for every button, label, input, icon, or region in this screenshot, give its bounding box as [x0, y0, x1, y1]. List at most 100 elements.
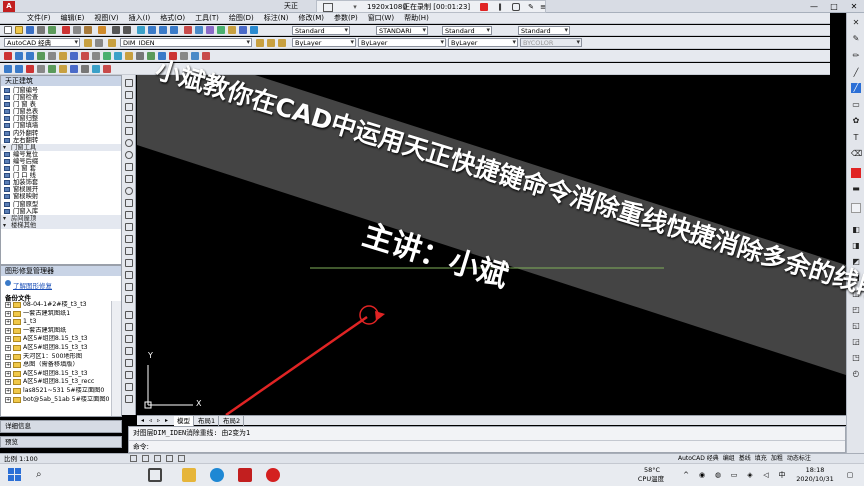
- color-select[interactable]: ByLayer: [292, 38, 356, 47]
- menu-edit[interactable]: 编辑(E): [56, 13, 90, 24]
- expand-icon[interactable]: +: [5, 336, 11, 343]
- tray-app-icon[interactable]: ◉: [698, 471, 706, 479]
- osnap-icon[interactable]: [178, 455, 185, 462]
- text-style-select[interactable]: Standard: [292, 26, 350, 35]
- tz-library-icon[interactable]: [147, 52, 155, 60]
- backup-file-item[interactable]: + A区5#组团8.15_t3_t3: [1, 335, 111, 344]
- print-icon[interactable]: [37, 26, 45, 34]
- cut-icon[interactable]: [62, 26, 70, 34]
- menu-file[interactable]: 文件(F): [22, 13, 56, 24]
- backup-file-item[interactable]: + 一套古建筑图纸: [1, 327, 111, 336]
- edge-browser-icon[interactable]: [210, 468, 224, 482]
- recorder-taskbar-icon[interactable]: [266, 468, 280, 482]
- tab-first-icon[interactable]: ◂: [139, 417, 146, 424]
- tz-door-icon[interactable]: [26, 52, 34, 60]
- eraser-icon[interactable]: ⌫: [851, 149, 862, 159]
- backup-file-item[interactable]: +1_t3: [1, 318, 111, 327]
- tianzheng-menu-item[interactable]: 左右翻转: [1, 137, 121, 144]
- rotate-icon[interactable]: [125, 371, 133, 379]
- save-icon[interactable]: [26, 26, 34, 34]
- gradient-icon[interactable]: [125, 259, 133, 267]
- tz-layer-icon[interactable]: [136, 52, 144, 60]
- expand-icon[interactable]: +: [5, 302, 11, 308]
- color-red-swatch[interactable]: [851, 168, 861, 178]
- backup-file-item[interactable]: + A区5#组团8.15_t3_t3: [1, 344, 111, 353]
- workspace-settings-icon[interactable]: [84, 39, 92, 47]
- make-current-layer-icon[interactable]: [256, 39, 264, 47]
- text-tool-icon[interactable]: T: [851, 133, 861, 143]
- undo-icon[interactable]: [112, 26, 120, 34]
- expand-icon[interactable]: +: [5, 319, 11, 326]
- line-tool-icon[interactable]: ╱: [851, 83, 861, 93]
- tianzheng-menu-item[interactable]: 门窗入库: [1, 208, 121, 215]
- menu-view[interactable]: 视图(V): [89, 13, 123, 24]
- match-properties-icon[interactable]: [98, 26, 106, 34]
- tz-explode-icon[interactable]: [103, 65, 111, 73]
- spline-icon[interactable]: [125, 175, 133, 183]
- zoom-previous-icon[interactable]: [170, 26, 178, 34]
- line-icon[interactable]: [125, 79, 133, 87]
- maximize-button[interactable]: □: [824, 0, 844, 13]
- region-icon[interactable]: [125, 271, 133, 279]
- menu-draw[interactable]: 绘图(D): [224, 13, 259, 24]
- layer-manager-icon[interactable]: [108, 39, 116, 47]
- polygon-icon[interactable]: [125, 115, 133, 123]
- redo-icon[interactable]: [123, 26, 131, 34]
- tz-break-icon[interactable]: [59, 65, 67, 73]
- lineweight-select[interactable]: ByLayer: [448, 38, 518, 47]
- autocad-app-icon[interactable]: A: [3, 1, 15, 12]
- expand-icon[interactable]: +: [5, 327, 11, 334]
- expand-icon[interactable]: +: [5, 370, 11, 377]
- network-icon[interactable]: ◈: [746, 471, 754, 479]
- backup-file-item[interactable]: + 天河区1：500地形图: [1, 353, 111, 362]
- tz-join-icon[interactable]: [81, 65, 89, 73]
- tz-text-icon[interactable]: [114, 52, 122, 60]
- tz-section-icon[interactable]: [103, 52, 111, 60]
- multileader-style-select[interactable]: Standard: [518, 26, 570, 35]
- clock-time[interactable]: 18:18: [800, 466, 830, 474]
- command-input[interactable]: 命令:: [133, 442, 149, 452]
- expand-icon[interactable]: +: [5, 387, 11, 394]
- circle-icon[interactable]: [125, 151, 133, 159]
- make-block-icon[interactable]: [125, 223, 133, 231]
- linetype-select[interactable]: ByLayer: [358, 38, 446, 47]
- pen-icon[interactable]: ✎: [527, 3, 535, 11]
- tray-expand-icon[interactable]: ^: [682, 471, 690, 479]
- help-icon[interactable]: [250, 26, 258, 34]
- tianzheng-section-header[interactable]: 房间屋顶: [1, 214, 121, 222]
- pen-icon[interactable]: ✎: [851, 34, 861, 44]
- menu-tools[interactable]: 工具(T): [190, 13, 224, 24]
- tianzheng-section-header[interactable]: 门窗工具: [1, 143, 121, 151]
- volume-icon[interactable]: ◁: [762, 471, 770, 479]
- menu-dimension[interactable]: 标注(N): [259, 13, 294, 24]
- tab-prev-icon[interactable]: ◃: [147, 417, 154, 424]
- ortho-icon[interactable]: [154, 455, 161, 462]
- tz-tool-a-icon[interactable]: ◧: [851, 225, 861, 235]
- trim-icon[interactable]: [125, 395, 133, 403]
- line-width-icon[interactable]: ▬: [851, 184, 861, 194]
- tz-extend-icon[interactable]: [48, 65, 56, 73]
- tz-symbol-icon[interactable]: [81, 52, 89, 60]
- menu-parametric[interactable]: 参数(P): [329, 13, 363, 24]
- paste-icon[interactable]: [84, 26, 92, 34]
- grid-icon[interactable]: [142, 455, 149, 462]
- new-file-icon[interactable]: [4, 26, 12, 34]
- move-icon[interactable]: [125, 311, 133, 319]
- tray-wechat-icon[interactable]: ◍: [714, 471, 722, 479]
- table-icon[interactable]: [125, 283, 133, 291]
- expand-icon[interactable]: +: [5, 362, 11, 369]
- windows-start-icon[interactable]: [8, 468, 22, 482]
- tz-stair-icon[interactable]: [59, 52, 67, 60]
- file-explorer-icon[interactable]: [182, 468, 196, 482]
- backup-file-scrollbar[interactable]: [111, 301, 121, 416]
- tz-help-icon[interactable]: [202, 52, 210, 60]
- tianzheng-menu-item[interactable]: 窗棂映射: [1, 193, 121, 200]
- polar-icon[interactable]: [166, 455, 173, 462]
- tz-wall-icon[interactable]: [4, 52, 12, 60]
- tianzheng-menu-item[interactable]: 内外翻转: [1, 130, 121, 137]
- dim-style-select[interactable]: STANDARI: [376, 26, 428, 35]
- tz-window-icon[interactable]: [37, 52, 45, 60]
- tz-trim-icon[interactable]: [37, 65, 45, 73]
- backup-file-item[interactable]: +08-04-1#2#楼_t3_t3: [1, 301, 111, 310]
- sheet-set-icon[interactable]: [217, 26, 225, 34]
